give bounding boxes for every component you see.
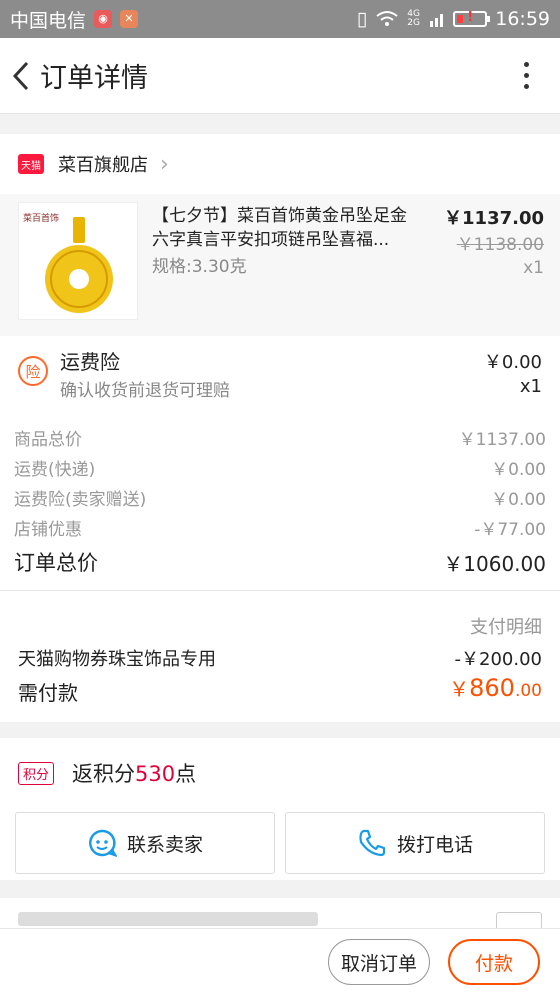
contact-seller-label: 联系卖家 — [126, 833, 203, 856]
product-title: 【七夕节】菜百首饰黄金吊坠足金六字真言平安扣项链吊坠喜福... — [152, 206, 407, 250]
product-quantity: x1 — [523, 258, 544, 278]
coupon-label: 天猫购物券珠宝饰品专用 — [18, 649, 216, 670]
notification-icon: ◉ — [94, 10, 113, 28]
summary-value: ￥0.00 — [491, 489, 546, 510]
order-total-value: ￥1060.00 — [443, 551, 546, 576]
signal-icon — [430, 14, 444, 27]
amount-due-value: ￥860.00 — [449, 673, 542, 702]
more-dots-icon — [523, 62, 529, 67]
summary-row: 运费险(卖家赠送) ￥0.00 — [14, 482, 546, 512]
amount-due-decimal: .00 — [514, 681, 542, 701]
network-label: 4G 2G — [407, 9, 420, 28]
battery-icon: ! — [453, 10, 491, 27]
vibrate-icon: ▯ — [356, 8, 368, 30]
carrier-label: 中国电信 — [10, 9, 87, 32]
order-total-row: 订单总价 ￥1060.00 — [14, 544, 546, 580]
product-spec: 规格:3.30克 — [152, 257, 247, 277]
payment-detail-label: 支付明细 — [470, 617, 542, 638]
payment-detail: 支付明细 天猫购物券珠宝饰品专用 -￥200.00 需付款 ￥860.00 — [0, 590, 560, 722]
call-phone-label: 拨打电话 — [396, 833, 473, 856]
insurance-icon: 险 — [18, 356, 48, 386]
copy-button[interactable] — [496, 912, 542, 928]
insurance-price: ￥0.00 — [483, 352, 542, 373]
product-original-price: ￥1138.00 — [456, 235, 544, 255]
coupon-value: -￥200.00 — [454, 649, 542, 670]
status-bar: 中国电信 ◉ ✕ ▯ 4G 2G ! 16:59 — [0, 0, 560, 38]
summary-label: 商品总价 — [14, 429, 82, 450]
store-row[interactable]: 天猫 菜百旗舰店 › — [0, 134, 560, 194]
chevron-right-icon: › — [160, 151, 169, 177]
cancel-order-button[interactable]: 取消订单 — [328, 939, 430, 985]
points-amount: 530 — [135, 762, 176, 786]
summary-label: 运费险(卖家赠送) — [14, 489, 147, 510]
wifi-icon — [376, 11, 398, 26]
points-prefix: 返积分 — [72, 762, 135, 786]
chevron-left-icon — [12, 61, 29, 90]
back-button[interactable] — [4, 59, 38, 93]
insurance-quantity: x1 — [519, 376, 542, 397]
points-text: 返积分530点 — [72, 758, 196, 788]
summary-value: -￥77.00 — [474, 519, 546, 540]
points-card: 积分 返积分530点 联系卖家 拨打电话 — [0, 738, 560, 880]
phone-icon — [359, 829, 386, 857]
chat-bubble-icon — [89, 829, 117, 857]
page-title: 订单详情 — [40, 63, 148, 94]
summary-value: ￥1137.00 — [458, 429, 546, 450]
tmall-icon: 天猫 — [18, 154, 44, 174]
amount-due-symbol: ￥ — [449, 677, 470, 701]
amount-due-integer: 860 — [469, 674, 515, 702]
contact-seller-button[interactable]: 联系卖家 — [15, 812, 275, 874]
alert-icon: ✕ — [120, 10, 139, 28]
status-right: ▯ 4G 2G ! 16:59 — [357, 8, 550, 30]
shipping-insurance: 险 运费险 确认收货前退货可理赔 ￥0.00 x1 — [0, 336, 560, 404]
price-summary: 商品总价 ￥1137.00 运费(快递) ￥0.00 运费险(卖家赠送) ￥0.… — [0, 404, 560, 590]
product-image[interactable]: 菜百首饰 — [18, 202, 138, 320]
pay-button[interactable]: 付款 — [448, 939, 540, 985]
order-number-line — [18, 912, 318, 926]
nav-bar: 订单详情 — [0, 38, 560, 114]
points-badge: 积分 — [18, 762, 55, 785]
order-total-label: 订单总价 — [14, 551, 98, 575]
summary-label: 店铺优惠 — [14, 519, 82, 540]
summary-row: 运费(快递) ￥0.00 — [14, 452, 546, 482]
order-info-partial — [0, 898, 560, 928]
insurance-title: 运费险 — [60, 350, 120, 374]
product-item[interactable]: 菜百首饰 【七夕节】菜百首饰黄金吊坠足金六字真言平安扣项链吊坠喜福... 规格:… — [0, 194, 560, 336]
more-menu-button[interactable] — [514, 56, 538, 96]
product-price: ￥1137.00 — [444, 208, 544, 229]
summary-row: 店铺优惠 -￥77.00 — [14, 512, 546, 542]
call-phone-button[interactable]: 拨打电话 — [285, 812, 545, 874]
gold-pendant-icon — [45, 217, 113, 313]
summary-value: ￥0.00 — [491, 459, 546, 480]
insurance-subtitle: 确认收货前退货可理赔 — [60, 381, 230, 401]
amount-due-label: 需付款 — [18, 681, 78, 705]
store-name: 菜百旗舰店 — [58, 155, 148, 176]
clock: 16:59 — [495, 8, 550, 30]
bottom-action-bar: 取消订单 付款 — [0, 928, 560, 996]
summary-row: 商品总价 ￥1137.00 — [14, 422, 546, 452]
points-suffix: 点 — [175, 762, 197, 786]
summary-label: 运费(快递) — [14, 459, 96, 480]
